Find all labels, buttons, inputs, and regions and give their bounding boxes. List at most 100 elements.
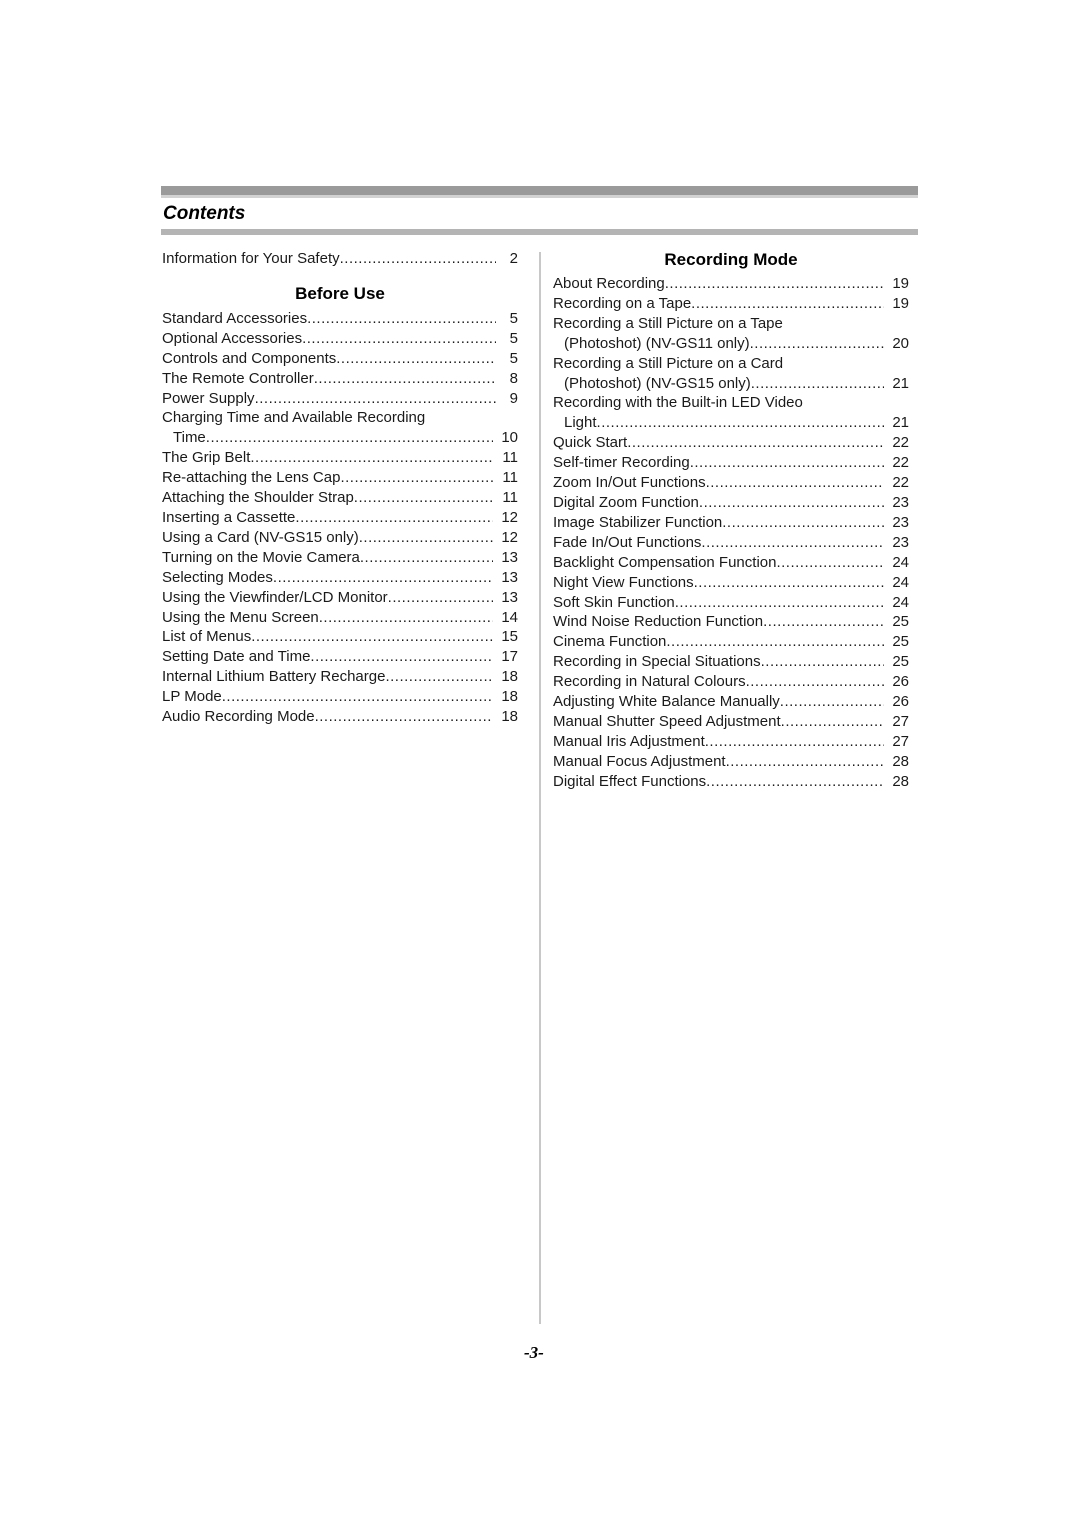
leader-dots xyxy=(319,608,494,628)
toc-entry-label: Digital Effect Functions xyxy=(553,772,707,790)
toc-entry[interactable]: Attaching the Shoulder Strap 11 xyxy=(162,488,518,508)
toc-entry[interactable]: Controls and Components 5 xyxy=(162,349,518,369)
leader-dots xyxy=(750,334,885,354)
toc-entry[interactable]: Night View Functions 24 xyxy=(553,573,909,593)
toc-entry[interactable]: Wind Noise Reduction Function 25 xyxy=(553,612,909,632)
toc-entry-label: Controls and Components xyxy=(162,349,337,367)
toc-entry[interactable]: Manual Iris Adjustment 27 xyxy=(553,732,909,752)
toc-entry[interactable]: Turning on the Movie Camera 13 xyxy=(162,548,518,568)
toc-entry[interactable]: Audio Recording Mode 18 xyxy=(162,707,518,727)
toc-entry[interactable]: Digital Effect Functions 28 xyxy=(553,772,909,792)
leader-dots xyxy=(746,672,885,692)
toc-entry[interactable]: The Grip Belt 11 xyxy=(162,448,518,468)
header-rule-top-shadow xyxy=(161,195,918,198)
toc-entry-label: LP Mode xyxy=(162,688,222,706)
toc-entry[interactable]: Quick Start 22 xyxy=(553,433,909,453)
toc-entry[interactable]: Manual Focus Adjustment 28 xyxy=(553,752,909,772)
toc-entry[interactable]: Recording on a Tape 19 xyxy=(553,294,909,314)
toc-entry-page: 28 xyxy=(892,772,909,790)
toc-entry[interactable]: Image Stabilizer Function 23 xyxy=(553,513,909,533)
toc-entry[interactable]: Standard Accessories 5 xyxy=(162,309,518,329)
toc-entry[interactable]: Adjusting White Balance Manually 26 xyxy=(553,692,909,712)
toc-entry-safety[interactable]: Information for Your Safety 2 xyxy=(162,249,518,269)
toc-entry[interactable]: Recording in Natural Colours 26 xyxy=(553,672,909,692)
toc-entry-label[interactable]: Charging Time and Available Recording xyxy=(162,408,518,428)
toc-entry[interactable]: Using the Menu Screen 14 xyxy=(162,608,518,628)
leader-dots xyxy=(255,389,496,409)
toc-entry-page: 23 xyxy=(892,493,909,511)
toc-entry-label: Recording on a Tape xyxy=(553,294,692,312)
leader-dots xyxy=(340,249,496,269)
toc-entry[interactable]: Re-attaching the Lens Cap 11 xyxy=(162,468,518,488)
toc-entry-page: 15 xyxy=(501,628,518,646)
toc-entry-label: Internal Lithium Battery Recharge xyxy=(162,668,386,686)
leader-dots xyxy=(665,274,885,294)
toc-entry[interactable]: (Photoshot) (NV-GS15 only) 21 xyxy=(553,374,909,394)
toc-entry-label: Manual Shutter Speed Adjustment xyxy=(553,712,781,730)
toc-entry-label-continuation: (Photoshot) (NV-GS11 only) xyxy=(564,334,750,352)
toc-entry-label: Digital Zoom Function xyxy=(553,493,699,511)
toc-entry[interactable]: Soft Skin Function 24 xyxy=(553,593,909,613)
toc-entry-label[interactable]: Recording with the Built-in LED Video xyxy=(553,393,909,413)
section-heading-recording-mode: Recording Mode xyxy=(664,250,798,269)
toc-entry[interactable]: The Remote Controller 8 xyxy=(162,369,518,389)
toc-entry-page: 11 xyxy=(502,449,518,467)
toc-entry[interactable]: Digital Zoom Function 23 xyxy=(553,493,909,513)
toc-list-recording-mode: About Recording19Recording on a Tape19Re… xyxy=(553,274,909,792)
leader-dots xyxy=(706,473,885,493)
toc-entry-label: Manual Focus Adjustment xyxy=(553,752,726,770)
leader-dots xyxy=(295,508,493,528)
toc-entry-label: Power Supply xyxy=(162,389,255,407)
toc-entry[interactable]: Self-timer Recording 22 xyxy=(553,453,909,473)
toc-entry[interactable]: Zoom In/Out Functions 22 xyxy=(553,473,909,493)
toc-entry-page: 13 xyxy=(501,568,518,586)
toc-entry[interactable]: Manual Shutter Speed Adjustment 27 xyxy=(553,712,909,732)
toc-entry-page: 12 xyxy=(501,528,518,546)
toc-entry[interactable]: Using the Viewfinder/LCD Monitor 13 xyxy=(162,588,518,608)
toc-entry[interactable]: Cinema Function 25 xyxy=(553,632,909,652)
toc-entry[interactable]: (Photoshot) (NV-GS11 only) 20 xyxy=(553,334,909,354)
toc-entry[interactable]: Internal Lithium Battery Recharge 18 xyxy=(162,667,518,687)
toc-entry[interactable]: List of Menus 15 xyxy=(162,627,518,647)
leader-dots xyxy=(761,652,885,672)
toc-entry-label: The Grip Belt xyxy=(162,449,251,467)
leader-dots xyxy=(699,493,884,513)
leader-dots xyxy=(314,369,496,389)
leader-dots xyxy=(627,433,884,453)
toc-entry[interactable]: Backlight Compensation Function 24 xyxy=(553,553,909,573)
leader-dots xyxy=(666,632,884,652)
toc-entry-label: Re-attaching the Lens Cap xyxy=(162,469,341,487)
toc-entry-page: 27 xyxy=(892,712,909,730)
toc-entry[interactable]: Setting Date and Time 17 xyxy=(162,647,518,667)
toc-entry-label: Using a Card (NV-GS15 only) xyxy=(162,528,359,546)
toc-entry-label: Standard Accessories xyxy=(162,309,308,327)
toc-entry-page: 24 xyxy=(892,553,909,571)
toc-entry-label[interactable]: Recording a Still Picture on a Card xyxy=(553,354,909,374)
toc-entry[interactable]: Light 21 xyxy=(553,413,909,433)
toc-entry[interactable]: Power Supply 9 xyxy=(162,389,518,409)
toc-entry[interactable]: Using a Card (NV-GS15 only) 12 xyxy=(162,528,518,548)
toc-entry[interactable]: Time 10 xyxy=(162,428,518,448)
leader-dots xyxy=(273,568,493,588)
toc-entry-page: 19 xyxy=(892,275,909,292)
toc-entry-label: Setting Date and Time xyxy=(162,648,311,666)
toc-entry[interactable]: About Recording 19 xyxy=(553,274,909,294)
leader-dots xyxy=(360,548,493,568)
toc-entry-page: 13 xyxy=(501,588,518,606)
toc-entry[interactable]: Fade In/Out Functions 23 xyxy=(553,533,909,553)
toc-entry[interactable]: Recording in Special Situations 25 xyxy=(553,652,909,672)
toc-entry-label-continuation: (Photoshot) (NV-GS15 only) xyxy=(564,374,751,392)
toc-entry-label[interactable]: Recording a Still Picture on a Tape xyxy=(553,314,909,334)
leader-dots xyxy=(251,627,493,647)
toc-entry[interactable]: Selecting Modes 13 xyxy=(162,568,518,588)
toc-entry-page: 21 xyxy=(892,414,909,432)
toc-entry-page: 13 xyxy=(501,548,518,566)
header-rule-bottom xyxy=(161,229,918,235)
toc-entry-page: 18 xyxy=(501,708,518,726)
toc-entry[interactable]: Inserting a Cassette 12 xyxy=(162,508,518,528)
toc-entry[interactable]: LP Mode 18 xyxy=(162,687,518,707)
toc-entry-label: List of Menus xyxy=(162,628,252,646)
header-rule-top xyxy=(161,186,918,195)
toc-entry[interactable]: Optional Accessories 5 xyxy=(162,329,518,349)
toc-entry-page: 23 xyxy=(892,533,909,551)
